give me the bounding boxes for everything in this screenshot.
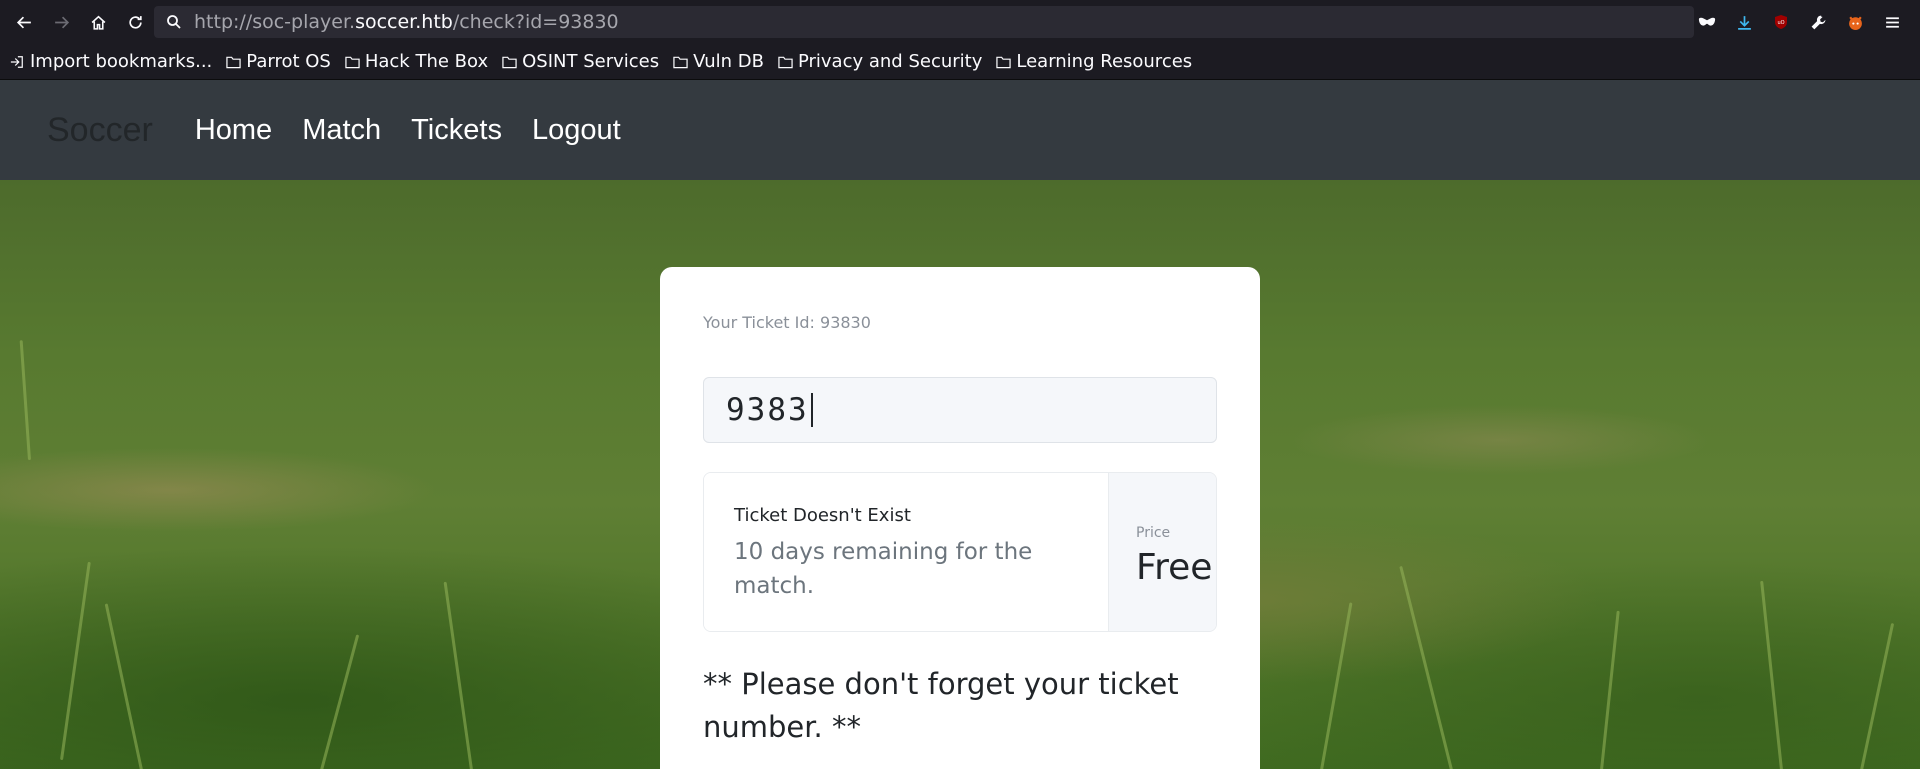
forward-icon[interactable] — [43, 4, 79, 40]
bookmark-folder-learning-resources[interactable]: Learning Resources — [996, 51, 1192, 72]
ticket-result-description: 10 days remaining for the match. — [734, 539, 1033, 599]
folder-icon — [673, 54, 689, 70]
bookmark-folder-osint-services[interactable]: OSINT Services — [502, 51, 659, 72]
foxyproxy-icon[interactable] — [1837, 4, 1873, 40]
folder-icon — [345, 54, 361, 70]
folder-icon — [778, 54, 794, 70]
ticket-result-title: Ticket Doesn't Exist — [734, 505, 911, 526]
url-text: http://soc-player.soccer.htb/check?id=93… — [194, 11, 619, 33]
nav-home[interactable]: Home — [195, 114, 272, 147]
price-value: Free — [1136, 547, 1213, 588]
bookmark-label: Import bookmarks... — [30, 51, 213, 72]
bookmark-folder-parrot-os[interactable]: Parrot OS — [226, 51, 331, 72]
ticket-id-label: Your Ticket Id: 93830 — [703, 313, 871, 332]
ticket-check-card: Your Ticket Id: 93830 9383 Ticket Doesn'… — [660, 267, 1260, 769]
browser-toolbar: http://soc-player.soccer.htb/check?id=93… — [0, 0, 1920, 44]
folder-icon — [502, 54, 518, 70]
home-icon[interactable] — [80, 4, 116, 40]
menu-icon[interactable] — [1874, 4, 1910, 40]
web-page: Soccer Home Match Tickets Logout Your Ti… — [0, 80, 1920, 769]
price-label: Price — [1136, 525, 1171, 541]
ticket-number-input[interactable]: 9383 — [703, 377, 1217, 443]
bookmark-label: Privacy and Security — [797, 51, 983, 72]
ticket-result-box: Ticket Doesn't Exist 10 days remaining f… — [703, 472, 1217, 632]
folder-icon — [996, 54, 1012, 70]
nav-tickets[interactable]: Tickets — [411, 114, 502, 147]
ublock-icon[interactable]: uO — [1763, 4, 1799, 40]
bookmark-label: Parrot OS — [246, 51, 331, 72]
bookmark-label: Hack The Box — [364, 51, 489, 72]
bookmark-folder-vuln-db[interactable]: Vuln DB — [673, 51, 764, 72]
ticket-reminder-text: ** Please don't forget your ticket numbe… — [703, 667, 1179, 744]
ticket-input-value: 9383 — [726, 392, 809, 428]
bookmark-label: Learning Resources — [1016, 51, 1193, 72]
folder-icon — [226, 54, 242, 70]
bookmark-folder-hack-the-box[interactable]: Hack The Box — [345, 51, 488, 72]
private-mask-icon[interactable] — [1689, 4, 1725, 40]
svg-text:uO: uO — [1777, 20, 1784, 26]
ticket-price-panel: Price Free — [1108, 473, 1216, 631]
bookmark-folder-privacy-and-security[interactable]: Privacy and Security — [778, 51, 982, 72]
site-navbar: Soccer Home Match Tickets Logout — [0, 80, 1920, 180]
text-caret — [810, 393, 813, 427]
bookmarks-bar: Import bookmarks... Parrot OS Hack The B… — [0, 44, 1920, 80]
bookmark-import[interactable]: Import bookmarks... — [10, 51, 212, 72]
reload-icon[interactable] — [117, 4, 153, 40]
back-icon[interactable] — [6, 4, 42, 40]
nav-logout[interactable]: Logout — [532, 114, 621, 147]
nav-match[interactable]: Match — [302, 114, 381, 147]
search-icon — [164, 12, 184, 32]
site-brand[interactable]: Soccer — [47, 111, 153, 150]
wrench-icon[interactable] — [1800, 4, 1836, 40]
download-icon[interactable] — [1726, 4, 1762, 40]
bookmark-label: OSINT Services — [522, 51, 660, 72]
bookmark-label: Vuln DB — [693, 51, 764, 72]
import-icon — [10, 54, 26, 70]
url-bar[interactable]: http://soc-player.soccer.htb/check?id=93… — [154, 6, 1694, 38]
ticket-result-info: Ticket Doesn't Exist 10 days remaining f… — [704, 473, 1108, 631]
